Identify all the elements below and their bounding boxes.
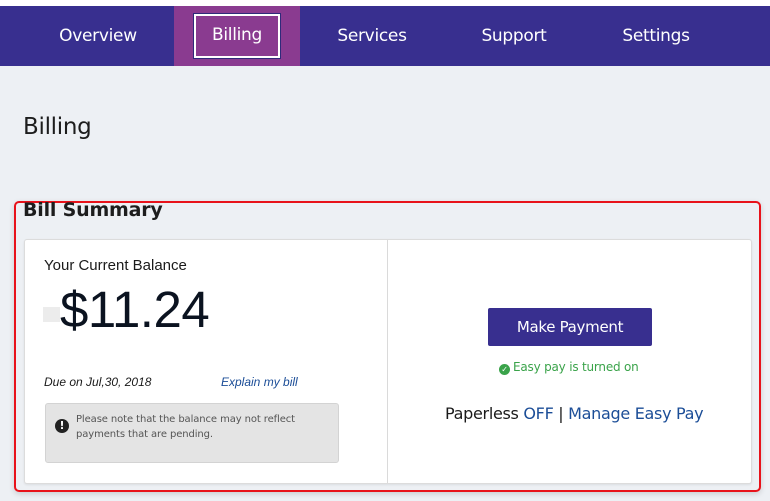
- notice-text: Please note that the balance may not ref…: [76, 414, 295, 440]
- make-payment-button[interactable]: Make Payment: [488, 308, 652, 346]
- nav-tab-settings[interactable]: Settings: [592, 6, 720, 66]
- exclamation-circle-icon: !: [55, 419, 69, 433]
- paperless-row: Paperless OFF | Manage Easy Pay: [445, 404, 704, 423]
- main-nav: Overview Billing Services Support Settin…: [0, 6, 770, 66]
- nav-tab-label: Support: [481, 26, 547, 46]
- page-title: Billing: [23, 114, 92, 140]
- nav-tab-label: Billing: [193, 14, 281, 58]
- nav-tab-overview[interactable]: Overview: [30, 6, 166, 66]
- check-circle-icon: ✓: [499, 364, 510, 375]
- separator: |: [558, 404, 564, 423]
- nav-tab-label: Overview: [59, 26, 137, 46]
- easy-pay-status-text: Easy pay is turned on: [513, 360, 639, 374]
- due-date: Due on Jul,30, 2018: [44, 375, 152, 389]
- nav-tab-billing[interactable]: Billing: [174, 6, 300, 66]
- explain-bill-link[interactable]: Explain my bill: [221, 375, 298, 389]
- nav-tab-support[interactable]: Support: [450, 6, 578, 66]
- card-divider: [387, 240, 388, 483]
- nav-tab-services[interactable]: Services: [306, 6, 438, 66]
- paperless-toggle-link[interactable]: OFF: [523, 404, 553, 423]
- manage-easy-pay-link[interactable]: Manage Easy Pay: [568, 404, 703, 423]
- paperless-label: Paperless: [445, 404, 519, 423]
- balance-label: Your Current Balance: [44, 257, 187, 274]
- bill-summary-card: Your Current Balance $11.24 Due on Jul,3…: [24, 239, 752, 484]
- easy-pay-status: ✓ Easy pay is turned on: [499, 360, 639, 375]
- balance-amount: $11.24: [60, 281, 210, 338]
- nav-tab-label: Settings: [622, 26, 690, 46]
- pending-payments-notice: ! Please note that the balance may not r…: [45, 403, 339, 463]
- bill-summary-title: Bill Summary: [23, 199, 163, 221]
- balance-image-placeholder: [43, 307, 60, 322]
- nav-tab-label: Services: [337, 26, 407, 46]
